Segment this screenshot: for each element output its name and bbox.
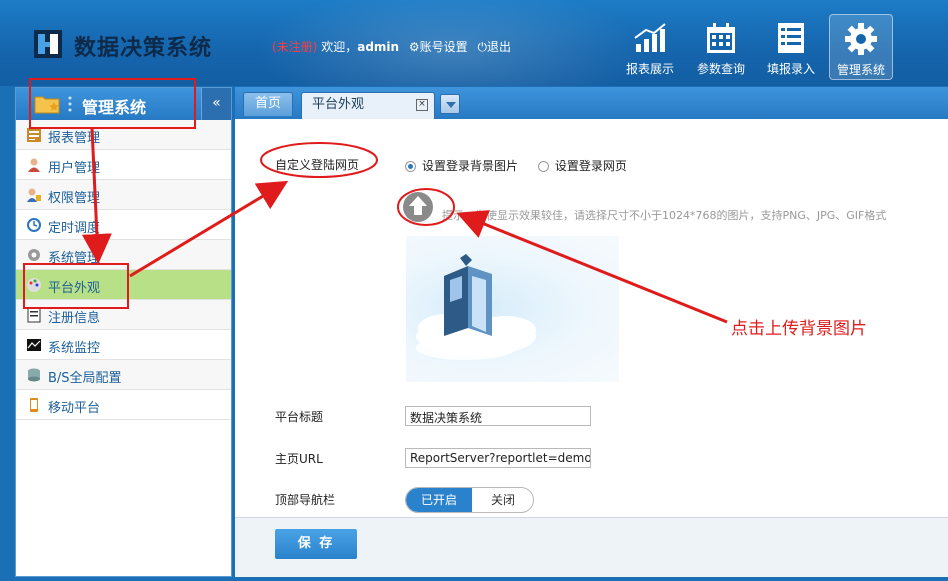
- chart-up-icon: [634, 23, 666, 52]
- login-type-radios: 设置登录背景图片 设置登录网页: [405, 157, 627, 174]
- nav-data-entry[interactable]: 填报录入: [759, 14, 823, 80]
- unregistered-label: (未注册): [272, 40, 318, 54]
- app-header: 数据决策系统 (未注册) 欢迎，admin ⚙账号设置 ⏻退出 报表展示 参数查…: [0, 0, 948, 86]
- collapse-sidebar-button[interactable]: «: [201, 88, 231, 120]
- username: admin: [357, 40, 400, 54]
- form-footer: 保 存: [235, 517, 948, 577]
- sidebar-item-permission-management[interactable]: 权限管理: [16, 180, 231, 210]
- sidebar-item-mobile-platform[interactable]: 移动平台: [16, 390, 231, 420]
- register-icon: [27, 307, 41, 323]
- gear-icon: [28, 249, 40, 261]
- logout-link[interactable]: ⏻退出: [478, 40, 512, 54]
- database-icon: [28, 368, 40, 382]
- palette-icon: [27, 278, 41, 292]
- cloud-logo-image: [416, 254, 536, 360]
- tab-dropdown-button[interactable]: [440, 94, 460, 114]
- radio-checked-icon: [405, 161, 416, 172]
- gear-icon: [845, 23, 877, 55]
- app-logo-icon: [34, 30, 62, 58]
- home-url-input[interactable]: ReportServer?reportlet=demo...: [405, 448, 591, 468]
- tab-bar: 首页 平台外观 ×: [235, 87, 948, 119]
- radio-web-page[interactable]: 设置登录网页: [537, 159, 627, 173]
- sidebar-item-report-management[interactable]: 报表管理: [16, 120, 231, 150]
- list-icon: [778, 23, 804, 53]
- sidebar-menu: 报表管理 用户管理 权限管理 定时调度 系统管理 平台外观 注册信息 系统监控: [16, 120, 231, 420]
- home-url-label: 主页URL: [275, 452, 323, 466]
- permission-icon: [27, 188, 41, 202]
- mobile-icon: [30, 398, 38, 412]
- user-bar: (未注册) 欢迎，admin ⚙账号设置 ⏻退出: [272, 38, 511, 55]
- user-icon: [28, 158, 40, 172]
- save-button[interactable]: 保 存: [275, 529, 357, 559]
- platform-title-input[interactable]: 数据决策系统: [405, 406, 591, 426]
- sidebar-item-scheduled-tasks[interactable]: 定时调度: [16, 210, 231, 240]
- sidebar-item-user-management[interactable]: 用户管理: [16, 150, 231, 180]
- sidebar-item-registration-info[interactable]: 注册信息: [16, 300, 231, 330]
- toggle-off-option[interactable]: 关闭: [472, 488, 533, 512]
- sidebar-item-bs-global-config[interactable]: B/S全局配置: [16, 360, 231, 390]
- sidebar-item-platform-appearance[interactable]: 平台外观: [16, 270, 231, 300]
- sidebar-header: 管理系统 «: [16, 88, 231, 120]
- upload-icon[interactable]: [403, 192, 433, 222]
- app-title: 数据决策系统: [74, 36, 213, 61]
- platform-title-label: 平台标题: [275, 410, 324, 424]
- nav-report-display[interactable]: 报表展示: [618, 14, 682, 80]
- nav-parameter-query[interactable]: 参数查询: [689, 14, 753, 80]
- sidebar-title: 管理系统: [82, 98, 147, 117]
- background-preview-image: [406, 236, 619, 382]
- tab-platform-appearance[interactable]: 平台外观 ×: [301, 92, 435, 119]
- welcome-label: 欢迎，: [321, 40, 358, 54]
- drag-handle-icon: [68, 96, 72, 112]
- radio-unchecked-icon: [537, 161, 549, 172]
- sidebar-item-system-monitor[interactable]: 系统监控: [16, 330, 231, 360]
- sidebar-item-system-management[interactable]: 系统管理: [16, 240, 231, 270]
- nav-management-system[interactable]: 管理系统: [829, 14, 893, 80]
- calendar-icon: [707, 23, 735, 53]
- folder-icon: [34, 96, 60, 114]
- upload-hint: 提示：为使显示效果较佳，请选择尺寸不小于1024*768的图片，支持PNG、JP…: [442, 209, 887, 222]
- sidebar: 管理系统 « 报表管理 用户管理 权限管理 定时调度 系统管理 平台外观 注册信…: [15, 87, 232, 577]
- close-tab-icon[interactable]: ×: [416, 99, 428, 111]
- report-icon: [27, 128, 41, 142]
- toggle-on-option[interactable]: 已开启: [406, 488, 472, 512]
- custom-login-label: 自定义登陆网页: [275, 158, 360, 172]
- radio-bg-image[interactable]: 设置登录背景图片: [405, 159, 518, 173]
- account-settings-link[interactable]: ⚙账号设置: [409, 40, 468, 54]
- annotation-text: 点击上传背景图片: [731, 319, 867, 339]
- tab-home[interactable]: 首页: [243, 92, 293, 116]
- top-nav-toggle[interactable]: 已开启 关闭: [405, 487, 534, 513]
- top-nav-label: 顶部导航栏: [275, 493, 336, 507]
- monitor-icon: [27, 339, 41, 351]
- clock-icon: [27, 218, 41, 232]
